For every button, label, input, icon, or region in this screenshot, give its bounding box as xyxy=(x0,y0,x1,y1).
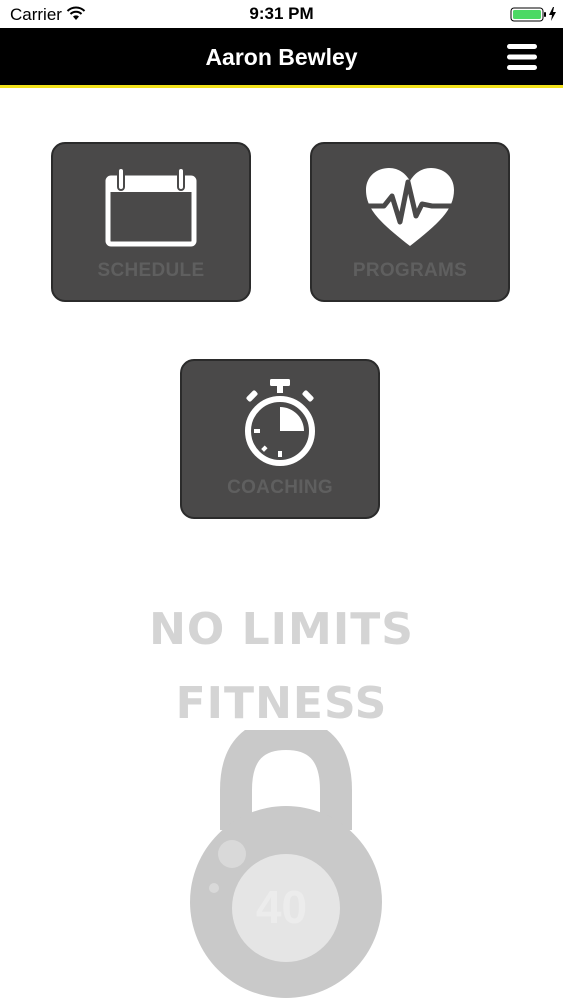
programs-label: PROGRAMS xyxy=(352,260,468,281)
status-bar: Carrier 9:31 PM xyxy=(0,0,563,28)
battery-icon xyxy=(510,7,556,22)
logo-title-line2: FITNESS xyxy=(175,678,388,729)
navigation-bar: Aaron Bewley xyxy=(0,28,563,88)
heart-pulse-icon xyxy=(362,168,458,246)
calendar-icon xyxy=(105,167,197,247)
hamburger-menu-icon[interactable] xyxy=(505,42,539,72)
schedule-button[interactable]: SCHEDULE xyxy=(51,142,251,302)
programs-button[interactable]: PROGRAMS xyxy=(310,142,510,302)
coaching-label: COACHING xyxy=(227,477,333,498)
logo-title-line1: NO LIMITS xyxy=(149,604,414,655)
clock: 9:31 PM xyxy=(249,4,314,23)
coaching-button[interactable]: COACHING xyxy=(180,359,380,519)
kettlebell-weight-label: 40 xyxy=(255,881,308,933)
home-screen: Carrier 9:31 PM Aaron Bewley SCHEDULE PR… xyxy=(0,0,563,1000)
kettlebell-icon xyxy=(190,730,382,998)
schedule-label: SCHEDULE xyxy=(97,260,205,281)
stopwatch-icon xyxy=(245,379,315,466)
page-title: Aaron Bewley xyxy=(205,44,358,70)
